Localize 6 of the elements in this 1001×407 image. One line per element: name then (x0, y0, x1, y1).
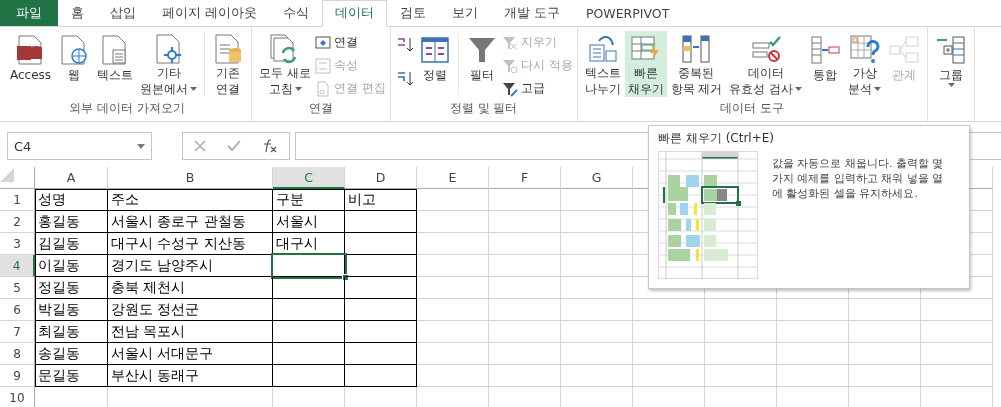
group-label: 외부 데이터 가져오기 (68, 100, 186, 117)
group-label: 데이터 도구 (719, 100, 786, 117)
tooltip-title: 빠른 채우기 (Ctrl+E) (658, 130, 775, 147)
group-label: 정렬 및 필터 (448, 100, 519, 117)
group-label: 연결 (307, 100, 334, 117)
tooltip-description: 값을 자동으로 채웁니다. 출력할 몇 가지 예제를 입력하고 채워 넣을 열에 활성화된 셀을 유지하세요. (772, 156, 945, 201)
